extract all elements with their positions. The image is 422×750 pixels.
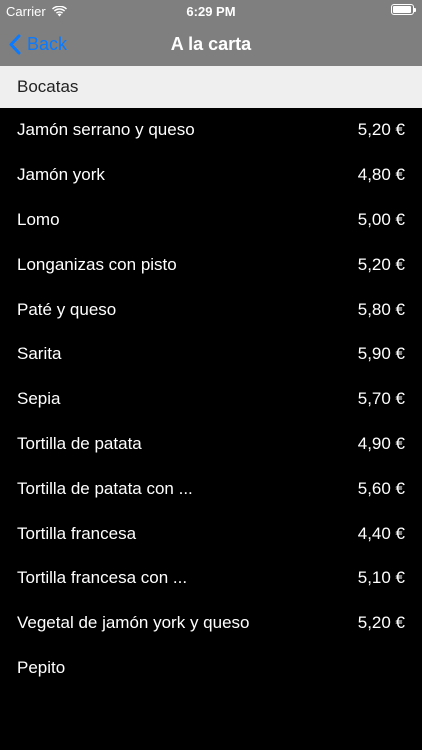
list-item[interactable]: Paté y queso 5,80 € xyxy=(0,287,422,332)
item-price: 5,10 € xyxy=(357,568,405,588)
list-item[interactable]: Sarita 5,90 € xyxy=(0,332,422,377)
item-name: Tortilla de patata con ... xyxy=(17,478,193,498)
item-price: 4,80 € xyxy=(357,165,405,185)
menu-list: Jamón serrano y queso 5,20 € Jamón york 4,8… xyxy=(0,108,422,690)
list-item[interactable]: Sepia 5,70 € xyxy=(0,377,422,422)
status-time: 6:29 PM xyxy=(186,4,236,19)
list-item[interactable]: Pepito xyxy=(0,646,422,691)
item-name: Tortilla de patata xyxy=(17,433,142,453)
item-price: 5,60 € xyxy=(357,478,405,498)
item-price: 5,70 € xyxy=(357,389,405,409)
screen: Carrier 6:29 PM Back A la carta Bocatas … xyxy=(0,0,422,750)
battery-level xyxy=(393,6,412,13)
list-item[interactable]: Lomo 5,00 € xyxy=(0,198,422,243)
item-name: Lomo xyxy=(17,209,60,229)
item-price: 5,90 € xyxy=(357,344,405,364)
item-name: Jamón serrano y queso xyxy=(17,120,195,140)
item-name: Jamón york xyxy=(17,165,105,185)
item-name: Longanizas con pisto xyxy=(17,254,177,274)
item-price: 5,80 € xyxy=(357,299,405,319)
item-name: Vegetal de jamón york y queso xyxy=(17,613,250,633)
list-item[interactable]: Jamón serrano y queso 5,20 € xyxy=(0,108,422,153)
list-item[interactable]: Tortilla francesa 4,40 € xyxy=(0,511,422,556)
list-item[interactable]: Tortilla de patata con ... 5,60 € xyxy=(0,466,422,511)
item-price: 4,90 € xyxy=(357,433,405,453)
list-item[interactable]: Longanizas con pisto 5,20 € xyxy=(0,242,422,287)
page-title: A la carta xyxy=(170,34,252,54)
navigation-bar: Back A la carta xyxy=(0,22,422,66)
list-item[interactable]: Tortilla francesa con ... 5,10 € xyxy=(0,556,422,601)
list-item[interactable]: Vegetal de jamón york y queso 5,20 € xyxy=(0,601,422,646)
item-price: 5,20 € xyxy=(357,254,405,274)
item-name: Sepia xyxy=(17,389,61,409)
item-price: 5,20 € xyxy=(357,613,405,633)
item-name: Pepito xyxy=(17,657,66,677)
list-item[interactable]: Jamón york 4,80 € xyxy=(0,153,422,198)
top-bar: Carrier 6:29 PM Back A la carta xyxy=(0,0,422,66)
item-name: Paté y queso xyxy=(17,299,117,319)
item-price: 4,40 € xyxy=(357,523,405,543)
item-price: 5,00 € xyxy=(357,209,405,229)
item-name: Tortilla francesa xyxy=(17,523,137,543)
list-item[interactable]: Tortilla de patata 4,90 € xyxy=(0,422,422,467)
item-name: Sarita xyxy=(17,344,62,364)
item-name: Tortilla francesa con ... xyxy=(17,568,188,588)
item-price: 5,20 € xyxy=(357,120,405,140)
status-bar: Carrier 6:29 PM xyxy=(0,0,422,22)
section-header: Bocatas xyxy=(0,66,422,108)
battery-icon xyxy=(391,4,416,15)
